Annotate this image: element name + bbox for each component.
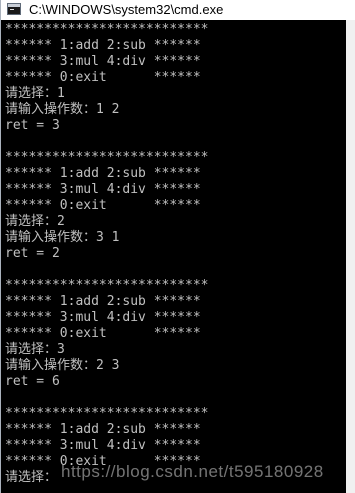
cmd-window: C:\WINDOWS\system32\cmd.exe ************…: [0, 0, 355, 493]
console-line: ****** 0:exit ******: [5, 198, 201, 213]
console-line: ****** 3:mul 4:div ******: [5, 182, 201, 197]
console-line: **************************: [5, 278, 209, 293]
console-line: ****** 1:add 2:sub ******: [5, 294, 201, 309]
console-line: **************************: [5, 406, 209, 421]
console-line: **************************: [5, 22, 209, 37]
console-line: ****** 3:mul 4:div ******: [5, 438, 201, 453]
console-line: ****** 1:add 2:sub ******: [5, 166, 201, 181]
console-line: ****** 0:exit ******: [5, 70, 201, 85]
window-title: C:\WINDOWS\system32\cmd.exe: [29, 2, 224, 17]
console-line: **************************: [5, 150, 209, 165]
console-line: ret = 6: [5, 374, 60, 389]
title-bar[interactable]: C:\WINDOWS\system32\cmd.exe: [1, 0, 355, 20]
console-prompt-line: 请选择：: [5, 470, 58, 485]
console-line: 请输入操作数：1 2: [5, 102, 120, 117]
console-line: ****** 1:add 2:sub ******: [5, 38, 201, 53]
console-line: 请输入操作数：3 1: [5, 230, 120, 245]
console-line: ****** 3:mul 4:div ******: [5, 310, 201, 325]
console-output[interactable]: ************************** ****** 1:add …: [1, 20, 346, 493]
console-line: 请选择：1: [5, 86, 65, 101]
console-line: 请选择：2: [5, 214, 65, 229]
console-line: ret = 2: [5, 246, 60, 261]
console-line: ret = 3: [5, 118, 60, 133]
watermark-text: https://blog.csdn.net/t595180928: [61, 462, 324, 481]
console-line: 请选择：3: [5, 342, 65, 357]
console-line: ****** 3:mul 4:div ******: [5, 54, 201, 69]
vertical-scrollbar[interactable]: [346, 20, 355, 493]
console-line: ****** 0:exit ******: [5, 326, 201, 341]
console-app-icon[interactable]: [7, 3, 21, 15]
console-line: ****** 1:add 2:sub ******: [5, 422, 201, 437]
console-line: 请输入操作数：2 3: [5, 358, 120, 373]
